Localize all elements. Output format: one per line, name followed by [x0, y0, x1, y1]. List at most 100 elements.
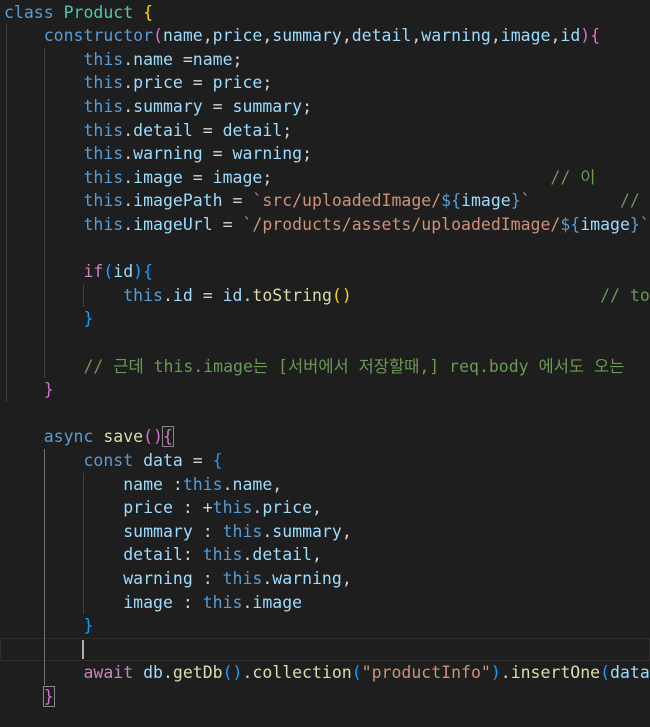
code-token: summary — [123, 521, 193, 541]
code-token: , — [341, 568, 352, 588]
code-line[interactable]: constructor(name,price,summary,detail,wa… — [0, 24, 650, 48]
code-token: `src/uploadedImage/ — [252, 191, 442, 211]
code-line[interactable]: class Product { — [0, 1, 650, 25]
code-line[interactable]: const data = { — [0, 449, 650, 473]
code-token: . — [123, 167, 134, 187]
code-line[interactable]: this.image = image; // 이 — [0, 166, 650, 190]
code-token: = — [182, 450, 213, 470]
code-token: data — [610, 663, 650, 683]
code-token: = — [192, 120, 223, 140]
code-token: = — [222, 191, 253, 211]
code-line[interactable] — [0, 237, 650, 261]
code-line[interactable]: if(id){ — [0, 260, 650, 284]
code-line[interactable]: this.detail = detail; — [0, 119, 650, 143]
code-line[interactable]: detail: this.detail, — [0, 543, 650, 567]
code-token: : — [172, 592, 203, 612]
code-token: imageUrl — [133, 214, 213, 234]
indent-guide — [44, 47, 45, 379]
code-token: () — [222, 663, 243, 683]
code-token: . — [242, 545, 253, 565]
code-token: . — [123, 214, 134, 234]
code-line[interactable]: } — [0, 307, 650, 331]
code-token: constructor — [43, 26, 154, 46]
code-token: getDb — [172, 663, 223, 683]
code-token: name — [232, 474, 273, 494]
code-line[interactable]: warning : this.warning, — [0, 567, 650, 591]
code-token: // 근데 this.image는 [서버에서 저장할때,] req.body … — [83, 356, 625, 376]
code-line[interactable] — [0, 402, 650, 426]
code-token: id — [172, 285, 193, 305]
code-token: , — [341, 521, 352, 541]
code-token: this — [83, 167, 124, 187]
code-token: . — [123, 191, 134, 211]
code-token: detail — [252, 545, 312, 565]
code-line[interactable]: this.summary = summary; — [0, 95, 650, 119]
code-token: = — [202, 96, 233, 116]
code-token: image — [252, 592, 303, 612]
code-token: const — [83, 450, 134, 470]
code-token: . — [123, 73, 134, 93]
code-token: "productInfo" — [361, 663, 491, 683]
code-token: ) — [490, 663, 501, 683]
code-token: ( — [351, 663, 362, 683]
code-line[interactable]: this.imageUrl = `/products/assets/upload… — [0, 213, 650, 237]
code-token: , — [550, 26, 561, 46]
code-token: ${ — [441, 191, 462, 211]
code-token: : — [192, 568, 223, 588]
code-line[interactable]: } — [0, 378, 650, 402]
code-line[interactable]: name :this.name, — [0, 473, 650, 497]
code-token: this — [83, 144, 124, 164]
code-line[interactable]: // 근데 this.image는 [서버에서 저장할때,] req.body … — [0, 355, 650, 379]
code-token: this — [222, 521, 263, 541]
code-token: this — [182, 474, 223, 494]
code-token: } — [42, 685, 55, 707]
code-token: this — [202, 545, 243, 565]
code-token: summary — [232, 96, 303, 116]
code-line[interactable]: price : +this.price, — [0, 496, 650, 520]
code-line[interactable]: } — [0, 614, 650, 638]
code-line[interactable]: async save(){ — [0, 425, 650, 449]
code-token: } — [510, 191, 521, 211]
code-line[interactable]: this.warning = warning; — [0, 142, 650, 166]
code-token: warning — [272, 568, 342, 588]
code-line[interactable] — [0, 637, 650, 662]
code-token: ) — [133, 262, 144, 282]
code-line[interactable]: this.name =name; — [0, 48, 650, 72]
code-token: , — [312, 498, 322, 518]
code-line[interactable] — [0, 331, 650, 355]
code-token: , — [272, 474, 283, 494]
code-token: . — [162, 285, 173, 305]
code-line[interactable]: summary : this.summary, — [0, 520, 650, 544]
code-token: . — [242, 663, 253, 683]
code-token: = — [182, 73, 213, 93]
code-line[interactable]: await db.getDb().collection("productInfo… — [0, 661, 650, 685]
code-line[interactable]: this.price = price; — [0, 71, 650, 95]
code-editor[interactable]: class Product { constructor(name,price,s… — [0, 0, 650, 727]
code-token: } — [43, 380, 54, 400]
code-token: . — [242, 592, 253, 612]
code-token: () — [143, 427, 163, 447]
code-token: . — [252, 498, 263, 518]
code-token: , — [490, 26, 501, 46]
code-token: . — [262, 568, 273, 588]
code-token: this — [83, 96, 124, 116]
code-line[interactable]: image : this.image — [0, 591, 650, 615]
code-token: id — [222, 285, 243, 305]
code-line[interactable]: this.imagePath = `src/uploadedImage/${im… — [0, 189, 650, 213]
code-token: , — [411, 26, 422, 46]
code-token: warning — [421, 26, 491, 46]
code-token: : — [162, 474, 183, 494]
code-line[interactable]: } — [0, 685, 650, 709]
indent-guide — [6, 24, 7, 402]
code-line[interactable]: this.id = id.toString() // toSt — [0, 284, 650, 308]
code-token: { — [143, 262, 154, 282]
code-token: save — [103, 427, 144, 447]
code-token: ( — [103, 262, 114, 282]
code-token: price — [212, 26, 263, 46]
